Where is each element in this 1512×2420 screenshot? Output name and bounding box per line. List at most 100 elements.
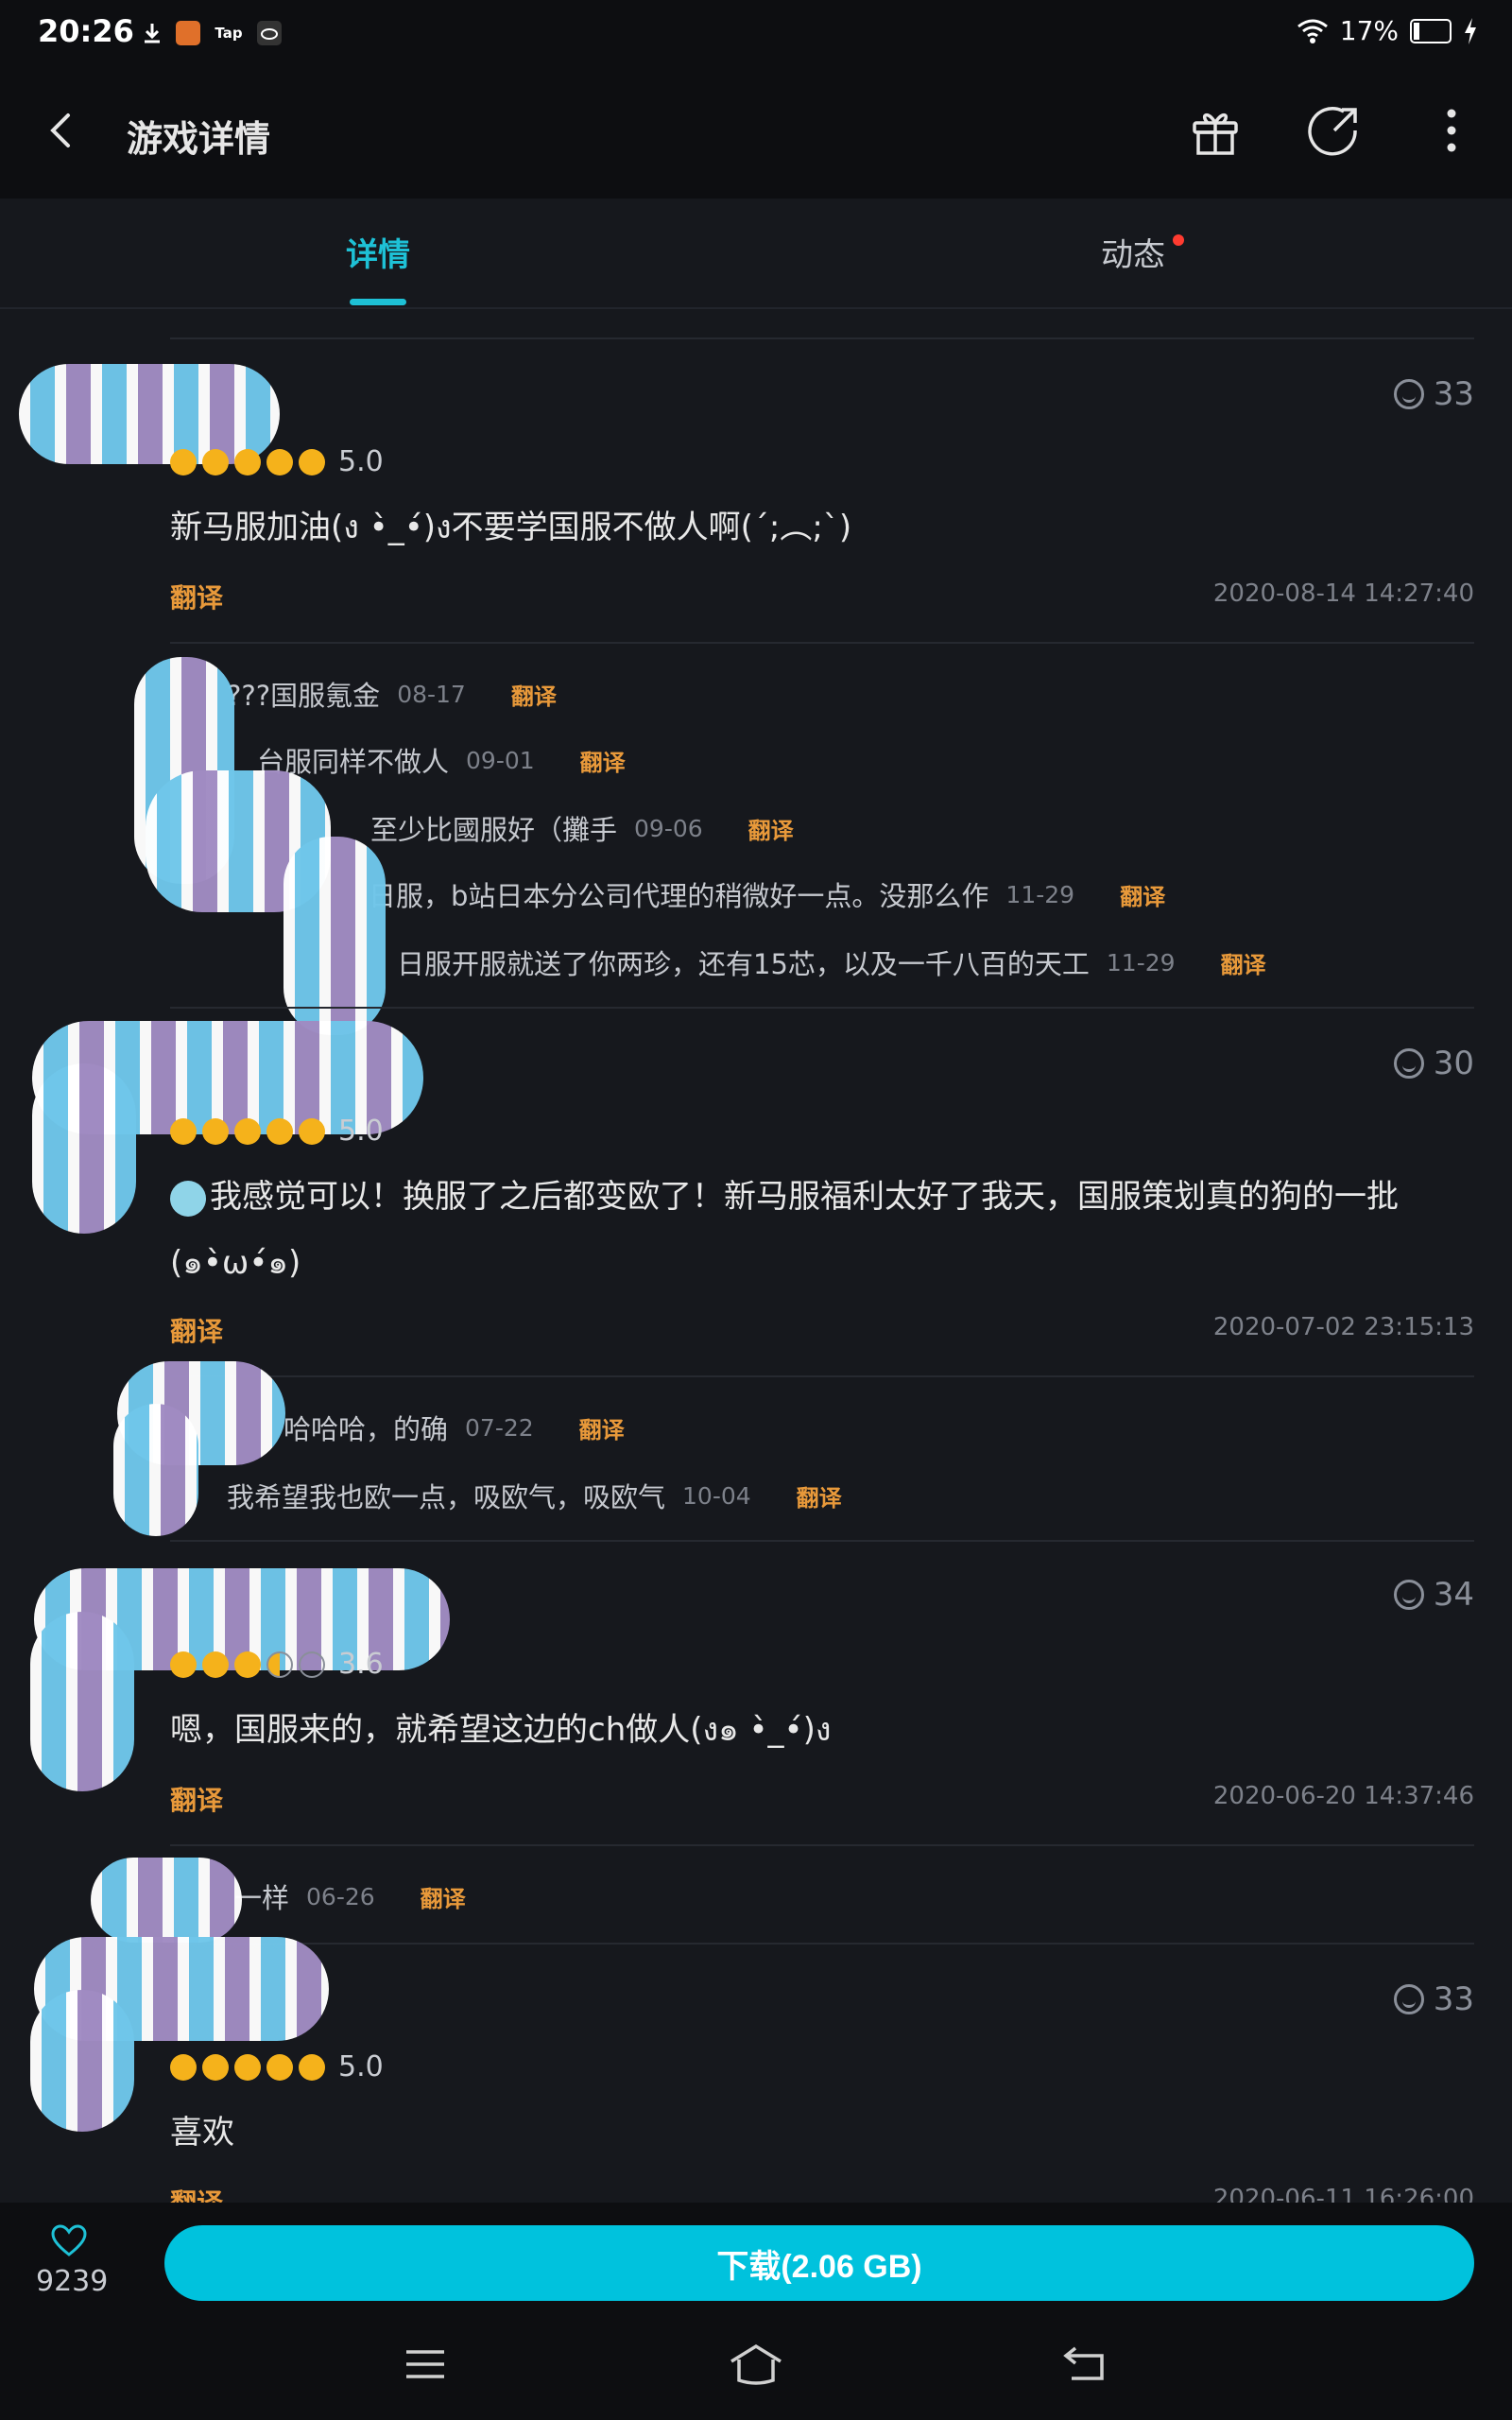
battery-icon [1410,18,1452,43]
like-button[interactable]: 30 [1393,1045,1474,1082]
star-icon [266,1117,293,1145]
status-bar: 20:26 Tap 17% [0,0,1512,66]
review-text: 喜欢 [170,2114,234,2152]
like-button[interactable]: 33 [1393,1980,1474,2018]
star-icon [202,448,229,475]
favorite-count: 9239 [36,2265,109,2298]
reply-item[interactable]: 哈哈哈，的确 07-22 翻译 [284,1408,625,1447]
reply-text: 日服，b站日本分公司代理的稍微好一点。没那么作 [369,880,989,912]
star-icon [202,1651,229,1678]
star-icon [234,448,261,475]
star-icon [234,1117,261,1145]
rating-score: 5.0 [338,2050,384,2083]
review-text-line1: 我感觉可以！换服了之后都变欧了！新马服福利太好了我天，国服策划真的狗的一批 [210,1178,1399,1216]
reply-translate-link[interactable]: 翻译 [797,1479,842,1512]
review-text-line2: (๑•̀ω•́๑) [170,1244,301,1282]
reply-translate-link[interactable]: 翻译 [1221,946,1266,979]
like-button[interactable]: 34 [1393,1576,1474,1614]
reply-text: 我希望我也欧一点，吸欧气，吸欧气 [227,1481,666,1513]
translate-link[interactable]: 翻译 [170,578,223,615]
tab-activity[interactable]: 动态 [1101,229,1184,275]
reply-item[interactable]: 我希望我也欧一点，吸欧气，吸欧气 10-04 翻译 [227,1476,842,1515]
back-nav-icon[interactable] [1058,2341,1115,2388]
translate-link[interactable]: 翻译 [170,2183,223,2203]
rating-stars: 5.0 [170,1115,384,1148]
tab-bar: 详情 动态 [0,199,1512,309]
review-date: 2020-07-02 23:15:13 [1212,1313,1474,1341]
reply-date: 07-22 [465,1413,534,1442]
status-right: 17% [1297,15,1478,46]
favorite-button[interactable]: 9239 [36,2223,109,2298]
reply-date: 08-17 [397,680,466,708]
back-icon[interactable] [43,112,81,149]
like-button[interactable]: 33 [1393,375,1474,413]
reply-item[interactable]: ???国服氪金 08-17 翻译 [227,674,557,714]
review-date: 2020-06-11 16:26:00 [1212,2185,1474,2203]
divider [170,1007,1474,1009]
gift-icon[interactable] [1187,102,1244,159]
star-icon [202,2053,229,2081]
reply-date: 09-06 [634,814,703,842]
review-date: 2020-08-14 14:27:40 [1212,579,1474,608]
reply-date: 09-01 [466,746,535,774]
reply-date: 11-29 [1005,880,1075,908]
reply-item[interactable]: 一样 06-26 翻译 [234,1876,466,1916]
reply-item[interactable]: 至少比國服好（攤手 09-06 翻译 [370,808,794,848]
reply-translate-link[interactable]: 翻译 [511,678,557,711]
smile-icon [1393,1580,1424,1610]
reply-text: 一样 [234,1882,290,1914]
wifi-icon [1297,19,1328,43]
rating-stars: 5.0 [170,445,384,478]
redacted-avatar [113,1404,198,1536]
review-text: 新马服加油(ง •̀_•́)ง不要学国服不做人啊(´;︵;`) [170,509,852,546]
app-header: 游戏详情 [0,66,1512,199]
reply-translate-link[interactable]: 翻译 [580,744,626,777]
star-icon [299,448,325,475]
smile-icon [1393,379,1424,409]
share-icon[interactable] [1306,102,1363,159]
like-count: 34 [1433,1576,1474,1614]
menu-icon[interactable] [397,2341,454,2388]
reply-item[interactable]: 台服同样不做人 09-01 翻译 [257,740,626,780]
reply-translate-link[interactable]: 翻译 [579,1411,625,1444]
reply-translate-link[interactable]: 翻译 [421,1880,466,1913]
tab-activity-label: 动态 [1101,236,1165,274]
redacted-avatar [91,1858,242,1943]
star-icon [170,2053,197,2081]
reply-item[interactable]: 日服开服就送了你两珍，还有15芯，以及一千八百的天工 11-29 翻译 [397,942,1266,982]
reply-translate-link[interactable]: 翻译 [1120,878,1165,911]
translate-link[interactable]: 翻译 [170,1780,223,1818]
star-icon [234,2053,261,2081]
reply-text: ???国服氪金 [227,680,381,712]
star-icon [202,1117,229,1145]
download-button[interactable]: 下载(2.06 GB) [164,2225,1474,2301]
star-empty-icon [299,1651,325,1678]
home-icon[interactable] [728,2341,784,2388]
rating-stars: 3.6 [170,1648,384,1681]
tab-details[interactable]: 详情 [346,229,410,275]
review-text: 我感觉可以！换服了之后都变欧了！新马服福利太好了我天，国服策划真的狗的一批 (๑… [170,1164,1455,1296]
reply-text: 日服开服就送了你两珍，还有15芯，以及一千八百的天工 [397,948,1090,980]
star-icon [266,2053,293,2081]
review-feed[interactable]: 33 5.0 新马服加油(ง •̀_•́)ง不要学国服不做人啊(´;︵;`) 翻… [0,307,1512,2203]
redacted-avatar [30,1612,134,1791]
reply-translate-link[interactable]: 翻译 [748,812,794,845]
divider [170,642,1474,644]
reply-text: 至少比國服好（攤手 [370,814,618,846]
star-icon [299,1117,325,1145]
redacted-avatar [284,837,386,1035]
system-nav-bar [0,2308,1512,2420]
rating-score: 5.0 [338,445,384,478]
reply-date: 10-04 [682,1481,751,1510]
download-arrow-icon [140,21,164,45]
redacted-avatar [30,1990,134,2132]
app-notification-icon [176,21,200,45]
more-icon[interactable] [1423,102,1480,159]
star-icon [266,448,293,475]
reply-date: 06-26 [306,1882,375,1910]
reply-item[interactable]: 日服，b站日本分公司代理的稍微好一点。没那么作 11-29 翻译 [369,874,1165,914]
like-count: 30 [1433,1045,1474,1082]
review-date: 2020-06-20 14:37:46 [1212,1782,1474,1810]
translate-link[interactable]: 翻译 [170,1311,223,1349]
review-text: 嗯，国服来的，就希望这边的ch做人(ง๑ •̀_•́)ง [170,1711,832,1749]
